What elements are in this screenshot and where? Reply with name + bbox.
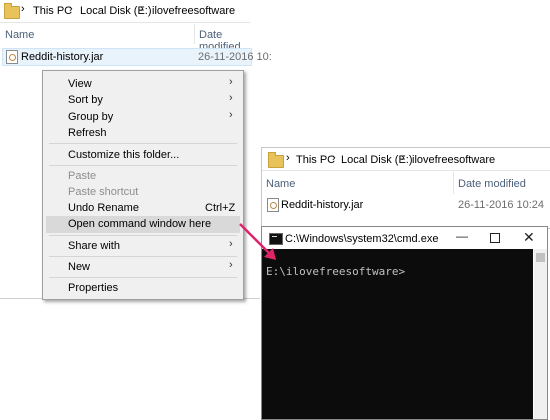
file-name: Reddit-history.jar [21, 51, 104, 63]
chevron-right-icon: › [69, 3, 73, 15]
menu-item-refresh[interactable]: Refresh [68, 127, 107, 139]
minimize-icon[interactable]: — [456, 229, 468, 243]
folder-icon [268, 152, 284, 168]
chevron-right-icon: › [140, 3, 144, 15]
chevron-right-icon: › [229, 109, 233, 121]
undo-shortcut-hint: Ctrl+Z [205, 202, 236, 214]
menu-item-group-by[interactable]: Group by [68, 111, 113, 123]
chevron-right-icon: › [229, 76, 233, 88]
chevron-right-icon: › [229, 238, 233, 250]
menu-item-sort-by[interactable]: Sort by [68, 94, 103, 106]
menu-item-new[interactable]: New [68, 261, 90, 273]
menu-item-paste[interactable]: Paste [68, 170, 96, 182]
column-header-name[interactable]: Name [5, 29, 34, 41]
column-divider [453, 172, 454, 194]
menu-separator [49, 256, 237, 257]
folder-icon [4, 3, 20, 19]
context-menu: View › Sort by › Group by › Refresh Cust… [42, 70, 244, 300]
menu-item-properties[interactable]: Properties [68, 282, 118, 294]
chevron-right-icon: › [286, 152, 290, 164]
right-explorer: › This PC › Local Disk (E:) › ilovefrees… [261, 147, 550, 229]
close-icon[interactable]: ✕ [523, 229, 535, 246]
chevron-right-icon: › [332, 152, 336, 164]
menu-item-share-with[interactable]: Share with [68, 240, 120, 252]
column-header-name[interactable]: Name [266, 178, 295, 190]
cmd-title: C:\Windows\system32\cmd.exe [285, 233, 439, 245]
file-name[interactable]: Reddit-history.jar [281, 199, 363, 211]
jar-file-icon [6, 50, 18, 64]
menu-item-customize[interactable]: Customize this folder... [68, 149, 179, 161]
menu-item-view[interactable]: View [68, 78, 92, 90]
breadcrumb-this-pc[interactable]: This PC [296, 154, 335, 166]
menu-separator [49, 165, 237, 166]
menu-separator [49, 143, 237, 144]
scrollbar[interactable] [534, 249, 547, 419]
jar-file-icon [267, 198, 279, 212]
file-date: 26-11-2016 10: [198, 51, 272, 63]
chevron-right-icon: › [401, 152, 405, 164]
breadcrumb-this-pc[interactable]: This PC [33, 5, 72, 17]
maximize-icon[interactable] [490, 233, 500, 243]
column-header-date[interactable]: Date modified [458, 178, 526, 190]
menu-separator [49, 277, 237, 278]
console-area[interactable]: E:\ilovefreesoftware> [262, 249, 533, 419]
breadcrumb-folder[interactable]: ilovefreesoftware [152, 5, 235, 17]
console-prompt: E:\ilovefreesoftware> [266, 265, 406, 278]
chevron-right-icon: › [21, 3, 25, 15]
menu-item-paste-shortcut[interactable]: Paste shortcut [68, 186, 138, 198]
menu-separator [49, 235, 237, 236]
cmd-window: C:\Windows\system32\cmd.exe — ✕ E:\ilove… [261, 226, 548, 420]
menu-item-undo-rename[interactable]: Undo Rename [68, 202, 139, 214]
menu-item-open-command-window[interactable]: Open command window here [68, 218, 211, 230]
column-divider [194, 24, 195, 44]
chevron-right-icon: › [229, 259, 233, 271]
file-date: 26-11-2016 10:24 [458, 199, 545, 211]
pointer-arrow [239, 223, 276, 260]
breadcrumb-folder[interactable]: ilovefreesoftware [412, 154, 495, 166]
chevron-right-icon: › [229, 92, 233, 104]
file-row[interactable]: Reddit-history.jar 26-11-2016 10: [2, 48, 272, 66]
